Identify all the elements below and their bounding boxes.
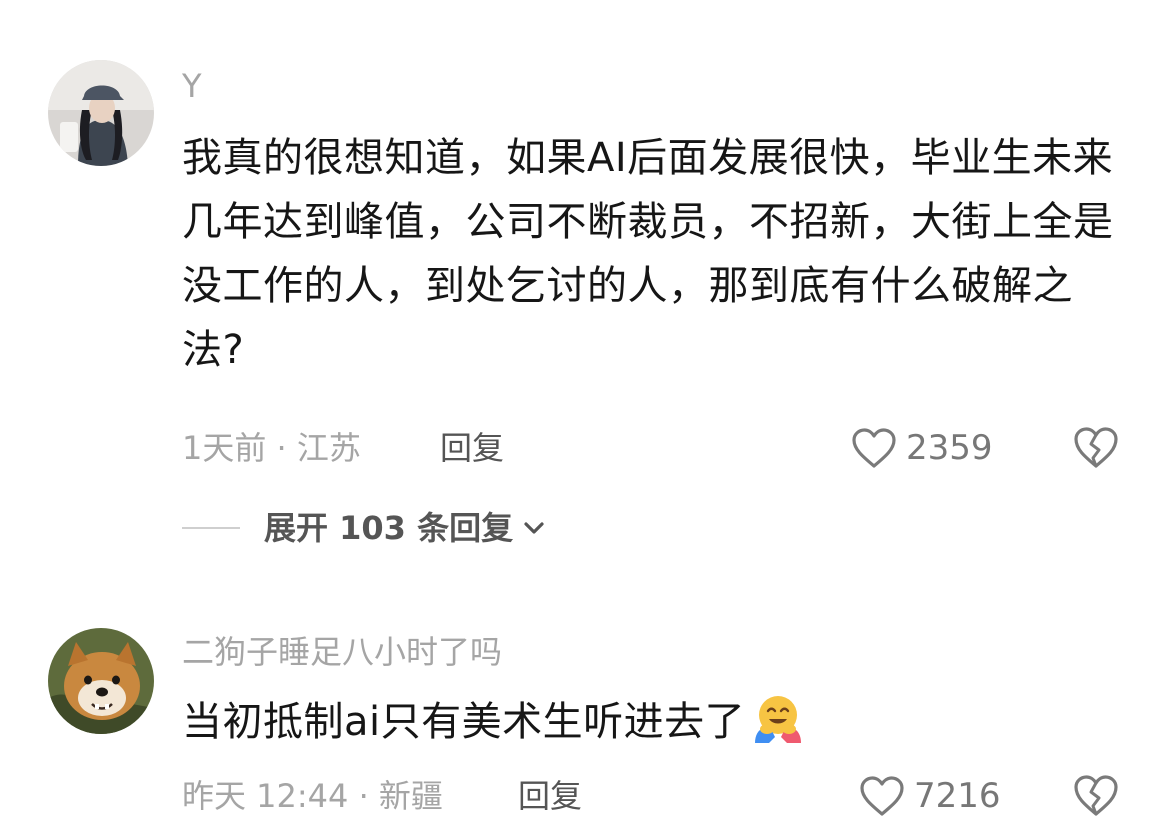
reply-button[interactable]: 回复 xyxy=(440,428,504,468)
like-button[interactable]: 2359 xyxy=(850,424,993,472)
dislike-button[interactable] xyxy=(1072,424,1120,472)
comment-meta: 昨天 12:44 · 新疆 xyxy=(182,777,443,815)
heart-outline-icon xyxy=(860,776,904,816)
comment-item: 二狗子睡足八小时了吗 当初抵制ai只有美术生听进去了 昨天 12:44 · 新疆… xyxy=(0,600,1169,838)
user-avatar[interactable] xyxy=(48,60,154,166)
username[interactable]: 二狗子睡足八小时了吗 xyxy=(182,632,502,672)
chevron-down-icon xyxy=(524,522,544,534)
comment-item: Y 我真的很想知道，如果AI后面发展很快，毕业生未来几年达到峰值，公司不断裁员，… xyxy=(0,0,1169,600)
dislike-button[interactable] xyxy=(1072,772,1120,820)
hugging-face-emoji xyxy=(755,696,802,743)
reply-button[interactable]: 回复 xyxy=(518,776,582,816)
like-count: 7216 xyxy=(914,776,1001,816)
like-count: 2359 xyxy=(906,428,993,468)
comment-text: 我真的很想知道，如果AI后面发展很快，毕业生未来几年达到峰值，公司不断裁员，不招… xyxy=(182,135,1114,373)
user-avatar[interactable] xyxy=(48,628,154,734)
comment-meta: 1天前 · 江苏 xyxy=(182,429,361,467)
heart-outline-icon xyxy=(852,428,896,468)
expand-replies-button[interactable]: 展开 103 条回复 xyxy=(182,508,547,548)
broken-heart-icon xyxy=(1074,427,1118,468)
username[interactable]: Y xyxy=(182,66,202,106)
like-button[interactable]: 7216 xyxy=(858,772,1001,820)
comment-text-row: 当初抵制ai只有美术生听进去了 xyxy=(182,690,1122,754)
divider xyxy=(182,527,240,529)
broken-heart-icon xyxy=(1074,775,1118,816)
comment-text: 当初抵制ai只有美术生听进去了 xyxy=(182,699,746,745)
expand-replies-label: 展开 103 条回复 xyxy=(264,509,514,547)
